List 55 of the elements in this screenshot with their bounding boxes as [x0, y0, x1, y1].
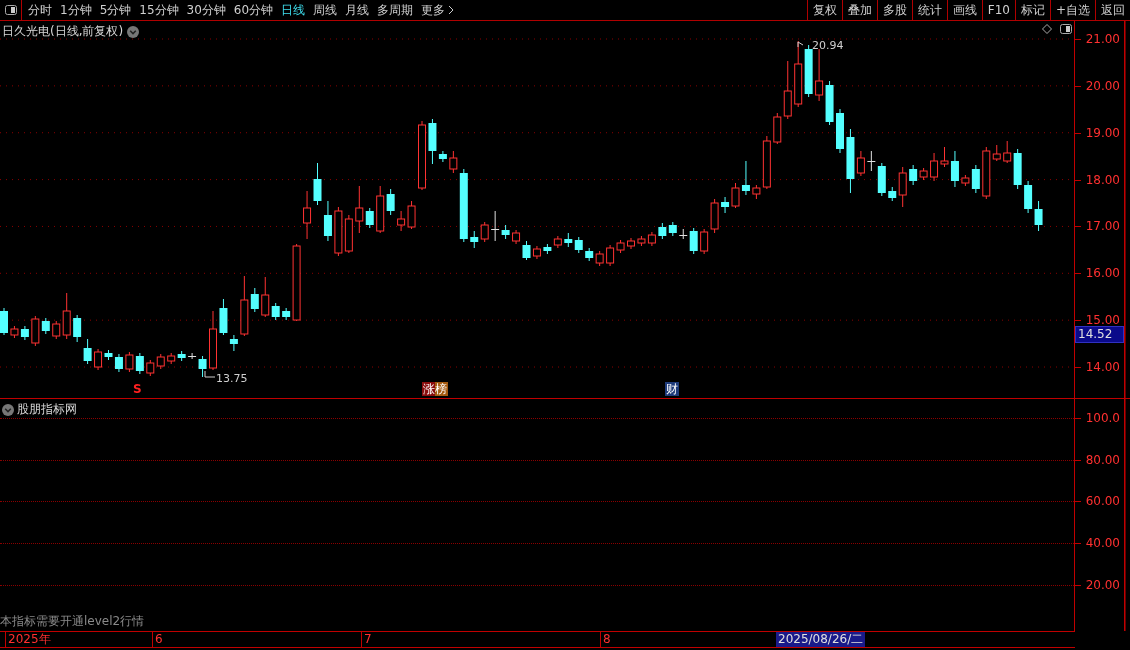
period-tab[interactable]: 5分钟 — [99, 1, 132, 19]
period-tab[interactable]: 30分钟 — [186, 1, 226, 19]
price-axis-label: 18.00 — [1085, 172, 1120, 187]
indicator-notice: 本指标需要开通level2行情 — [0, 613, 145, 630]
period-tab[interactable]: 周线 — [313, 1, 338, 19]
toolbar-button[interactable]: 多股 — [876, 0, 912, 20]
indicator-axis-label: 20.00 — [1085, 577, 1120, 592]
period-tab[interactable]: 60分钟 — [233, 1, 274, 19]
period-tab[interactable]: 月线 — [345, 1, 370, 19]
date-axis-label: 2025年 — [5, 632, 51, 647]
chevron-down-icon[interactable] — [127, 25, 140, 38]
chevron-right-icon[interactable] — [448, 5, 455, 15]
date-axis-label: 8 — [600, 632, 611, 647]
period-tab[interactable]: 1分钟 — [60, 1, 92, 19]
chevron-down-icon[interactable] — [2, 403, 14, 416]
price-axis-label: 21.00 — [1085, 32, 1120, 46]
toolbar-button[interactable]: +自选 — [1049, 0, 1095, 20]
leader-line — [797, 41, 804, 48]
period-tab[interactable]: 多周期 — [377, 1, 414, 19]
price-axis-label: 20.00 — [1085, 78, 1120, 93]
toolbar-button[interactable]: 标记 — [1014, 0, 1050, 20]
period-tab[interactable]: 日线 — [281, 1, 306, 19]
price-axis-label: 16.00 — [1085, 266, 1120, 281]
toolbar-button[interactable]: 统计 — [911, 0, 947, 20]
indicator-title: 股朋指标网 — [17, 401, 77, 418]
toolbar-button[interactable]: 画线 — [946, 0, 982, 20]
indicator-axis-label: 80.00 — [1085, 452, 1120, 467]
low-price-label: 13.75 — [216, 372, 248, 385]
price-axis-label: 14.00 — [1085, 360, 1120, 374]
date-axis-label: 7 — [361, 632, 372, 647]
panel-icon[interactable] — [4, 5, 17, 15]
high-price-label: 20.94 — [812, 39, 844, 52]
period-tab[interactable]: 分时 — [28, 1, 52, 19]
toolbar-button[interactable]: 复权 — [806, 0, 842, 20]
date-axis-label: 6 — [152, 632, 163, 647]
period-tab[interactable]: 15分钟 — [139, 1, 179, 19]
indicator-axis-label: 60.00 — [1085, 494, 1120, 509]
indicator-axis-label: 40.00 — [1085, 536, 1120, 551]
diamond-icon[interactable] — [1042, 24, 1052, 34]
toolbar-button[interactable]: 返回 — [1095, 0, 1130, 20]
event-marker[interactable]: S — [132, 382, 143, 396]
leader-line — [204, 370, 216, 378]
event-marker[interactable]: 涨榜 — [422, 382, 448, 396]
panel-icon[interactable] — [1060, 24, 1072, 34]
chart-title: 日久光电(日线,前复权) — [2, 23, 124, 40]
price-axis-label: 17.00 — [1085, 219, 1120, 234]
event-marker[interactable]: 财 — [665, 382, 679, 396]
price-axis-label: 19.00 — [1085, 125, 1120, 140]
price-axis-label: 15.00 — [1085, 313, 1120, 328]
current-price-tag: 14.52 — [1075, 326, 1124, 343]
more-button[interactable]: 更多 — [421, 1, 455, 19]
cursor-date: 2025/08/26/二 — [776, 632, 866, 647]
indicator-axis-label: 100.0 — [1085, 411, 1120, 425]
toolbar-button[interactable]: F10 — [981, 0, 1015, 20]
toolbar-button[interactable]: 叠加 — [841, 0, 877, 20]
